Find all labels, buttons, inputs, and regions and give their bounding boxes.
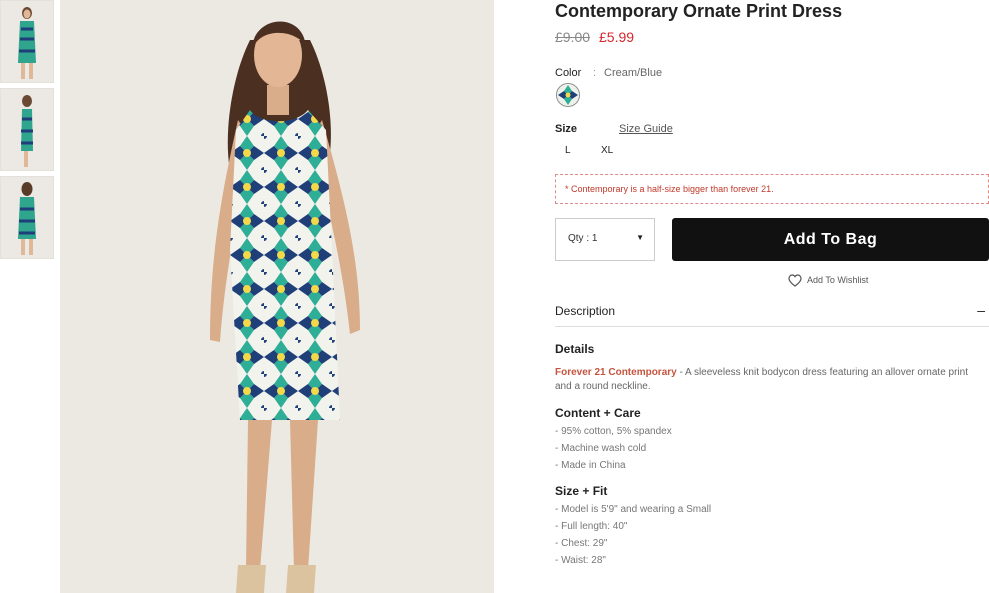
color-value: Cream/Blue: [604, 67, 663, 79]
product-main-image: [60, 0, 494, 593]
list-item: - Full length: 40": [555, 521, 628, 532]
content-care-heading: Content + Care: [555, 406, 641, 420]
color-swatch-cream-blue[interactable]: [556, 83, 580, 107]
brand-name: Forever 21 Contemporary: [555, 367, 677, 378]
color-label: Color: [555, 67, 582, 79]
original-price: £9.00: [555, 29, 591, 45]
size-option-l[interactable]: L: [565, 145, 571, 156]
thumbnail-front[interactable]: [0, 0, 54, 83]
list-item: - Chest: 29": [555, 538, 608, 549]
list-item: - 95% cotton, 5% spandex: [555, 426, 672, 437]
quantity-select[interactable]: Qty : 1 ▼: [555, 218, 655, 261]
product-title: Contemporary Ornate Print Dress: [555, 1, 843, 21]
list-item: - Made in China: [555, 460, 626, 471]
list-item: - Waist: 28": [555, 555, 606, 566]
details-text: Forever 21 Contemporary - A sleeveless k…: [555, 366, 985, 394]
size-guide-link[interactable]: Size Guide: [619, 123, 673, 135]
list-item: - Model is 5'9" and wearing a Small: [555, 504, 712, 515]
quantity-label: Qty : 1: [568, 233, 598, 244]
divider: [555, 326, 989, 327]
collapse-icon[interactable]: –: [977, 302, 985, 318]
caret-down-icon: ▼: [636, 233, 644, 242]
size-option-xl[interactable]: XL: [601, 145, 613, 156]
size-fit-heading: Size + Fit: [555, 484, 608, 498]
add-to-wishlist-link[interactable]: Add To Wishlist: [788, 274, 868, 287]
size-notice: * Contemporary is a half-size bigger tha…: [555, 174, 989, 204]
wishlist-label: Add To Wishlist: [807, 274, 869, 285]
details-heading: Details: [555, 342, 595, 356]
heart-icon: [788, 274, 802, 287]
add-to-bag-button[interactable]: Add To Bag: [672, 218, 989, 261]
color-separator: :: [593, 67, 597, 79]
description-heading[interactable]: Description: [555, 304, 615, 318]
size-label: Size: [555, 123, 578, 135]
thumbnail-back[interactable]: [0, 176, 54, 259]
thumbnail-side[interactable]: [0, 88, 54, 171]
sale-price: £5.99: [599, 29, 635, 45]
list-item: - Machine wash cold: [555, 443, 647, 454]
